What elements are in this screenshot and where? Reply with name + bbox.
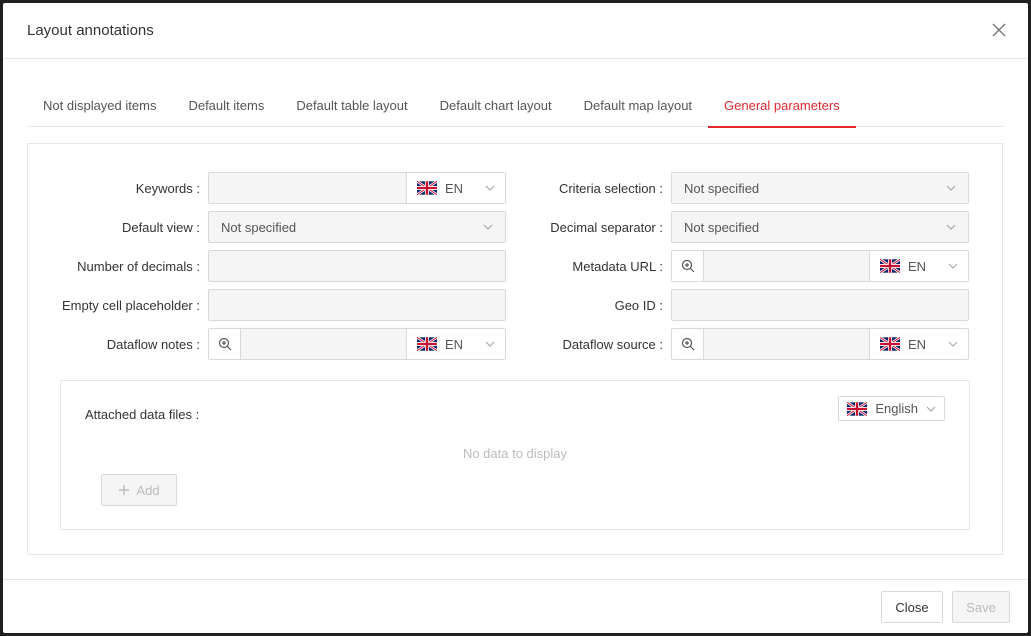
chevron-down-icon bbox=[485, 185, 495, 191]
uk-flag-icon bbox=[417, 337, 437, 351]
general-parameters-panel: Keywords : EN Criteria selection : Not s… bbox=[27, 143, 1003, 555]
close-button[interactable]: Close bbox=[881, 591, 943, 623]
add-button[interactable]: Add bbox=[101, 474, 177, 506]
attached-language-select[interactable]: English bbox=[838, 396, 945, 421]
zoom-in-icon[interactable] bbox=[672, 251, 704, 281]
dataflow-notes-label: Dataflow notes : bbox=[106, 336, 200, 352]
criteria-selection-select[interactable]: Not specified bbox=[671, 172, 969, 204]
dataflow-notes-field: EN bbox=[208, 328, 506, 360]
dataflow-notes-input[interactable] bbox=[241, 329, 407, 359]
decimal-separator-select[interactable]: Not specified bbox=[671, 211, 969, 243]
dataflow-notes-lang-value: EN bbox=[445, 336, 464, 352]
keywords-label: Keywords : bbox=[135, 180, 200, 196]
tab-general-parameters[interactable]: General parameters bbox=[708, 87, 856, 128]
uk-flag-icon bbox=[417, 181, 437, 195]
attached-data-files-label: Attached data files : bbox=[85, 407, 200, 422]
dataflow-source-lang-value: EN bbox=[908, 336, 927, 352]
chevron-down-icon bbox=[485, 341, 495, 347]
modal-header: Layout annotations bbox=[3, 3, 1028, 59]
geo-id-label: Geo ID : bbox=[614, 297, 663, 313]
criteria-selection-label: Criteria selection : bbox=[558, 180, 663, 196]
default-view-value: Not specified bbox=[221, 219, 297, 235]
tab-default-items[interactable]: Default items bbox=[172, 87, 280, 127]
metadata-url-label: Metadata URL : bbox=[572, 258, 663, 274]
decimal-separator-value: Not specified bbox=[684, 219, 760, 235]
metadata-url-input[interactable] bbox=[704, 251, 870, 281]
empty-cell-placeholder-label: Empty cell placeholder : bbox=[61, 297, 200, 313]
tab-bar: Not displayed items Default items Defaul… bbox=[27, 87, 1003, 128]
default-view-label: Default view : bbox=[121, 219, 200, 235]
close-icon[interactable] bbox=[988, 19, 1010, 41]
save-button[interactable]: Save bbox=[952, 591, 1010, 623]
dataflow-source-label: Dataflow source : bbox=[562, 336, 663, 352]
dataflow-source-field: EN bbox=[671, 328, 969, 360]
dataflow-notes-lang-select[interactable]: EN bbox=[407, 329, 505, 359]
dataflow-source-input[interactable] bbox=[704, 329, 870, 359]
decimal-separator-label: Decimal separator : bbox=[550, 219, 663, 235]
tab-default-chart-layout[interactable]: Default chart layout bbox=[424, 87, 568, 127]
modal-title: Layout annotations bbox=[27, 22, 154, 39]
tab-default-map-layout[interactable]: Default map layout bbox=[568, 87, 708, 127]
tab-not-displayed-items[interactable]: Not displayed items bbox=[27, 87, 172, 127]
metadata-url-lang-value: EN bbox=[908, 258, 927, 274]
dataflow-source-lang-select[interactable]: EN bbox=[870, 329, 968, 359]
chevron-down-icon bbox=[946, 224, 956, 230]
chevron-down-icon bbox=[483, 224, 493, 230]
uk-flag-icon bbox=[847, 401, 868, 416]
layout-annotations-modal: Layout annotations Not displayed items D… bbox=[3, 3, 1028, 633]
empty-cell-placeholder-input[interactable] bbox=[208, 289, 506, 321]
metadata-url-lang-select[interactable]: EN bbox=[870, 251, 968, 281]
modal-footer: Close Save bbox=[3, 579, 1028, 633]
zoom-in-icon[interactable] bbox=[209, 329, 241, 359]
keywords-lang-select[interactable]: EN bbox=[407, 173, 505, 203]
criteria-selection-value: Not specified bbox=[684, 180, 760, 196]
keywords-lang-value: EN bbox=[445, 180, 464, 196]
chevron-down-icon bbox=[948, 341, 958, 347]
geo-id-input[interactable] bbox=[671, 289, 969, 321]
metadata-url-field: EN bbox=[671, 250, 969, 282]
attached-data-files-section: Attached data files : English No data to… bbox=[60, 380, 970, 530]
chevron-down-icon bbox=[926, 406, 936, 412]
number-of-decimals-input[interactable] bbox=[208, 250, 506, 282]
empty-state-text: No data to display bbox=[462, 446, 568, 461]
chevron-down-icon bbox=[948, 263, 958, 269]
uk-flag-icon bbox=[880, 337, 900, 351]
attached-language-value: English bbox=[875, 401, 918, 416]
chevron-down-icon bbox=[946, 185, 956, 191]
add-button-label: Add bbox=[136, 482, 160, 498]
keywords-input[interactable] bbox=[209, 173, 407, 203]
zoom-in-icon[interactable] bbox=[672, 329, 704, 359]
uk-flag-icon bbox=[880, 259, 900, 273]
tab-default-table-layout[interactable]: Default table layout bbox=[280, 87, 423, 127]
default-view-select[interactable]: Not specified bbox=[208, 211, 506, 243]
keywords-field: EN bbox=[208, 172, 506, 204]
plus-icon bbox=[119, 485, 130, 495]
number-of-decimals-label: Number of decimals : bbox=[77, 258, 200, 274]
